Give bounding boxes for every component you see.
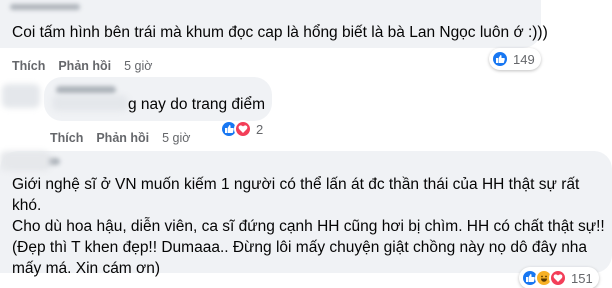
comment-actions: Thích Phản hồi 5 giờ — [50, 131, 190, 145]
comment-actions: Thích Phản hồi 5 giờ — [12, 59, 152, 73]
reaction-count: 149 — [513, 51, 535, 67]
comment-line: (Đẹp thì T khen đẹp!! Dumaaa.. Đừng lôi … — [12, 239, 588, 256]
reply-link[interactable]: Phản hồi — [96, 131, 149, 145]
avatar[interactable] — [0, 151, 50, 171]
author-name[interactable] — [10, 4, 80, 10]
reaction-summary[interactable]: 149 — [489, 48, 541, 70]
reaction-summary[interactable]: 2 — [218, 118, 269, 140]
timestamp[interactable]: 5 giờ — [124, 59, 152, 73]
reply-link[interactable]: Phản hồi — [58, 59, 111, 73]
comment-text: g nay do trang điểm — [128, 96, 266, 113]
timestamp[interactable]: 5 giờ — [162, 131, 190, 145]
comment-text: Coi tấm hình bên trái mà khum đọc cap là… — [12, 24, 548, 41]
love-icon — [234, 120, 252, 138]
comment-line: Cho dù hoa hậu, diễn viên, ca sĩ đứng cạ… — [12, 218, 605, 235]
reaction-summary[interactable]: 151 — [519, 267, 599, 288]
reaction-count: 151 — [571, 270, 593, 286]
like-link[interactable]: Thích — [50, 131, 83, 145]
comment-line: Giới nghệ sĩ ở VN muốn kiếm 1 người có t… — [12, 176, 580, 214]
like-icon — [491, 50, 509, 68]
reaction-count: 2 — [256, 121, 264, 137]
like-link[interactable]: Thích — [12, 59, 45, 73]
author-name[interactable] — [56, 86, 116, 94]
love-icon — [549, 269, 567, 287]
blurred-text — [52, 95, 128, 111]
comment-body: Giới nghệ sĩ ở VN muốn kiếm 1 người có t… — [12, 174, 608, 279]
avatar[interactable] — [2, 84, 40, 108]
